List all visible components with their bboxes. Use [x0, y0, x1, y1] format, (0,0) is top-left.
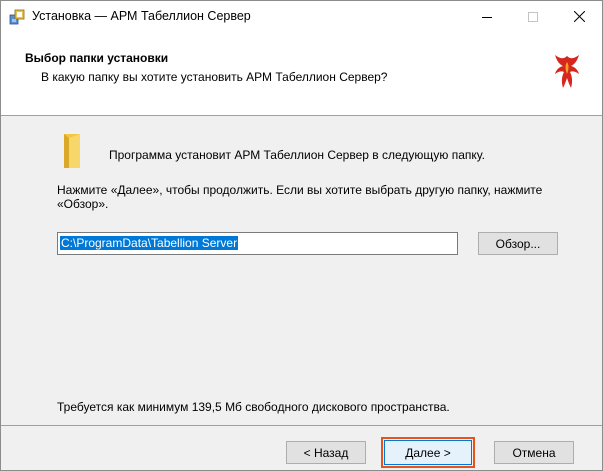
next-button[interactable]: Далее >	[381, 437, 475, 468]
browse-button[interactable]: Обзор...	[478, 232, 558, 255]
page-title: Выбор папки установки	[25, 51, 169, 65]
close-button[interactable]	[556, 1, 602, 32]
disk-space-text: Требуется как минимум 139,5 Мб свободног…	[57, 400, 450, 414]
footer-divider	[1, 425, 602, 426]
maximize-icon	[528, 11, 538, 22]
instructions-text: Нажмите «Далее», чтобы продолжить. Если …	[57, 183, 543, 211]
wizard-header: Выбор папки установки В какую папку вы х…	[1, 32, 602, 116]
minimize-button[interactable]	[464, 1, 510, 32]
install-path-value: C:\ProgramData\Tabellion Server	[60, 236, 239, 250]
intro-text: Программа установит АРМ Табеллион Сервер…	[109, 148, 485, 162]
installer-window: Установка — АРМ Табеллион Сервер Выбор п…	[0, 0, 603, 471]
cancel-button[interactable]: Отмена	[494, 441, 574, 464]
back-button[interactable]: < Назад	[286, 441, 366, 464]
window-title: Установка — АРМ Табеллион Сервер	[32, 9, 251, 23]
minimize-icon	[482, 16, 492, 18]
maximize-button	[510, 1, 556, 32]
page-subtitle: В какую папку вы хотите установить АРМ Т…	[41, 70, 388, 84]
installer-app-icon	[9, 8, 27, 26]
phoenix-logo-icon	[549, 52, 585, 92]
folder-icon	[60, 132, 90, 170]
close-icon	[573, 11, 585, 22]
title-bar[interactable]: Установка — АРМ Табеллион Сервер	[1, 1, 602, 32]
install-path-input[interactable]: C:\ProgramData\Tabellion Server	[57, 232, 458, 255]
